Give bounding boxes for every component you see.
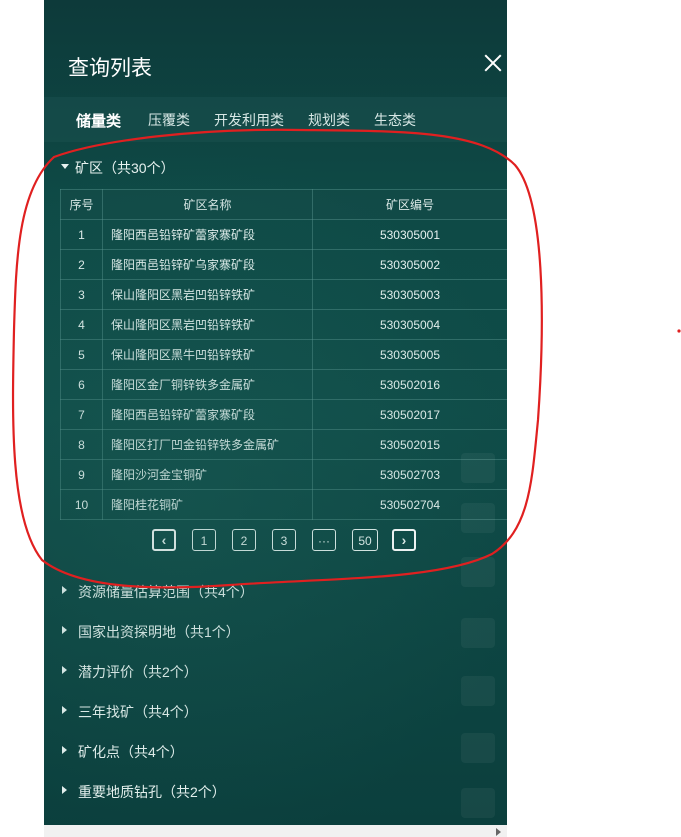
caret-right-icon (62, 706, 67, 714)
tab-bar: 储量类 压覆类 开发利用类 规划类 生态类 (44, 97, 507, 142)
map-tool-ghost (461, 618, 495, 648)
cell-code: 530305003 (312, 279, 507, 310)
cell-name: 保山隆阳区黑岩凹铅锌铁矿 (102, 279, 313, 310)
section-label: 重要地质钻孔（共2个） (78, 784, 226, 800)
section-mine-area[interactable]: 矿区（共30个） (44, 147, 507, 185)
cell-name: 隆阳桂花铜矿 (102, 489, 313, 520)
cell-code: 530502016 (312, 369, 507, 400)
table-row[interactable]: 8 隆阳区打厂凹金铅锌铁多金属矿 530502015 (60, 429, 507, 460)
table-row[interactable]: 10 隆阳桂花铜矿 530502704 (60, 489, 507, 520)
tab-overlay[interactable]: 压覆类 (148, 110, 190, 130)
page-button-3[interactable]: 3 (272, 529, 296, 551)
section-label: 矿区（共30个） (75, 160, 175, 176)
close-icon[interactable] (482, 52, 504, 74)
tab-planning[interactable]: 规划类 (308, 110, 350, 130)
table-header-row: 序号 矿区名称 矿区编号 (60, 189, 507, 220)
query-list-panel: 查询列表 储量类 压覆类 开发利用类 规划类 生态类 矿区（共30个） 序号 矿… (44, 0, 507, 825)
map-tool-ghost (461, 453, 495, 483)
cell-name: 保山隆阳区黑牛凹铅锌铁矿 (102, 339, 313, 370)
section-label: 国家出资探明地（共1个） (78, 624, 240, 640)
column-header-code: 矿区编号 (312, 189, 507, 220)
column-header-name: 矿区名称 (102, 189, 313, 220)
cell-no: 8 (60, 429, 103, 460)
section-label: 矿化点（共4个） (78, 744, 184, 760)
cell-no: 5 (60, 339, 103, 370)
table-row[interactable]: 7 隆阳西邑铅锌矿蕾家寨矿段 530502017 (60, 399, 507, 430)
cell-code: 530305004 (312, 309, 507, 340)
caret-right-icon (62, 666, 67, 674)
cell-name: 隆阳区打厂凹金铅锌铁多金属矿 (102, 429, 313, 460)
tab-development[interactable]: 开发利用类 (214, 110, 284, 130)
scroll-right-icon[interactable] (496, 828, 501, 836)
section-label: 潜力评价（共2个） (78, 664, 198, 680)
cell-name: 隆阳西邑铅锌矿蕾家寨矿段 (102, 399, 313, 430)
cell-no: 3 (60, 279, 103, 310)
table-row[interactable]: 9 隆阳沙河金宝铜矿 530502703 (60, 459, 507, 490)
map-tool-ghost (461, 788, 495, 818)
cell-no: 10 (60, 489, 103, 520)
page-ellipsis[interactable]: ··· (312, 529, 336, 551)
cell-no: 2 (60, 249, 103, 280)
map-tool-ghost (461, 503, 495, 533)
caret-right-icon (62, 586, 67, 594)
cell-no: 9 (60, 459, 103, 490)
map-tool-ghost (461, 676, 495, 706)
chevron-left-icon[interactable]: ‹ (152, 529, 176, 551)
cell-no: 4 (60, 309, 103, 340)
tab-reserves[interactable]: 储量类 (76, 110, 121, 131)
annotation-dot (677, 329, 681, 333)
column-header-no: 序号 (60, 189, 103, 220)
table-row[interactable]: 2 隆阳西邑铅锌矿乌家寨矿段 530305002 (60, 249, 507, 280)
cell-name: 保山隆阳区黑岩凹铅锌铁矿 (102, 309, 313, 340)
section-geological-drilling[interactable]: 重要地质钻孔（共2个） (44, 771, 507, 809)
horizontal-scrollbar[interactable] (44, 825, 507, 837)
page-button-2[interactable]: 2 (232, 529, 256, 551)
cell-code: 530305005 (312, 339, 507, 370)
section-potential-evaluation[interactable]: 潜力评价（共2个） (44, 651, 507, 689)
section-reserve-estimation[interactable]: 资源储量估算范围（共4个） (44, 571, 507, 609)
map-tool-ghost (461, 733, 495, 763)
section-label: 资源储量估算范围（共4个） (78, 584, 254, 600)
panel-title: 查询列表 (68, 57, 152, 80)
cell-name: 隆阳区金厂铜锌铁多金属矿 (102, 369, 313, 400)
table-row[interactable]: 4 保山隆阳区黑岩凹铅锌铁矿 530305004 (60, 309, 507, 340)
map-tool-ghost (461, 557, 495, 587)
caret-right-icon (62, 786, 67, 794)
section-three-year-prospecting[interactable]: 三年找矿（共4个） (44, 691, 507, 729)
caret-right-icon (62, 626, 67, 634)
mine-area-table: 序号 矿区名称 矿区编号 1 隆阳西邑铅锌矿蕾家寨矿段 530305001 2 隆阳西… (60, 189, 507, 520)
table-row[interactable]: 5 保山隆阳区黑牛凹铅锌铁矿 530305005 (60, 339, 507, 370)
cell-name: 隆阳沙河金宝铜矿 (102, 459, 313, 490)
page-button-1[interactable]: 1 (192, 529, 216, 551)
cell-name: 隆阳西邑铅锌矿蕾家寨矿段 (102, 219, 313, 250)
table-row[interactable]: 3 保山隆阳区黑岩凹铅锌铁矿 530305003 (60, 279, 507, 310)
section-state-funded[interactable]: 国家出资探明地（共1个） (44, 611, 507, 649)
cell-no: 1 (60, 219, 103, 250)
chevron-right-icon[interactable]: › (392, 529, 416, 551)
cell-no: 6 (60, 369, 103, 400)
caret-right-icon (62, 746, 67, 754)
caret-down-icon (61, 164, 69, 169)
cell-code: 530502017 (312, 399, 507, 430)
cell-code: 530305002 (312, 249, 507, 280)
cell-code: 530305001 (312, 219, 507, 250)
cell-name: 隆阳西邑铅锌矿乌家寨矿段 (102, 249, 313, 280)
tab-ecology[interactable]: 生态类 (374, 110, 416, 130)
page-button-50[interactable]: 50 (352, 529, 378, 551)
table-row[interactable]: 1 隆阳西邑铅锌矿蕾家寨矿段 530305001 (60, 219, 507, 250)
section-mineralization-points[interactable]: 矿化点（共4个） (44, 731, 507, 769)
section-label: 三年找矿（共4个） (78, 704, 198, 720)
cell-no: 7 (60, 399, 103, 430)
table-row[interactable]: 6 隆阳区金厂铜锌铁多金属矿 530502016 (60, 369, 507, 400)
